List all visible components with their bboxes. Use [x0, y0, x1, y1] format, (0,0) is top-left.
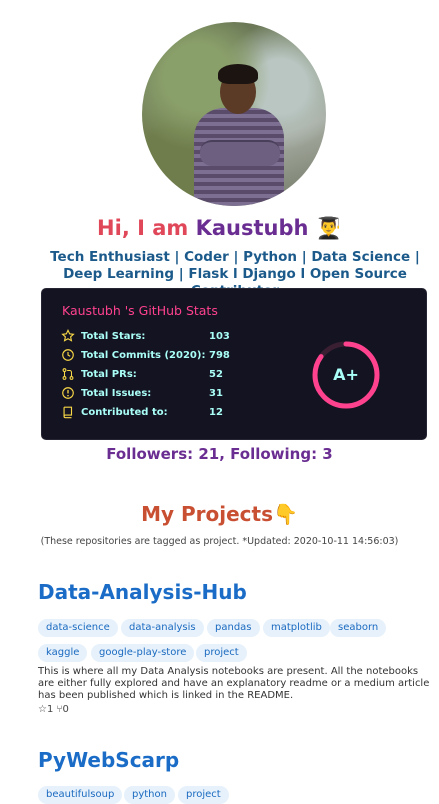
avatar-hair: [218, 64, 258, 84]
stat-row-commits: Total Commits (2020): 798: [61, 348, 261, 364]
stat-value: 31: [209, 388, 223, 399]
star-icon: [61, 329, 75, 342]
repo-topic-tag[interactable]: kaggle: [38, 644, 88, 662]
greeting-text: Hi, I am: [97, 216, 196, 240]
stat-value: 103: [209, 331, 230, 342]
stat-row-contributed: Contributed to: 12: [61, 405, 261, 421]
stat-label: Contributed to:: [81, 407, 168, 418]
stat-row-issues: Total Issues: 31: [61, 386, 261, 402]
clock-icon: [62, 349, 74, 361]
repo-star-fork-counts: ☆1 ⑂0: [38, 704, 69, 715]
repo-title-link[interactable]: Data-Analysis-Hub: [38, 580, 247, 604]
stat-row-stars: Total Stars: 103: [61, 329, 261, 345]
stat-value: 798: [209, 350, 230, 361]
stat-value: 12: [209, 407, 223, 418]
avatar-arms: [200, 140, 280, 166]
repo-topic-tag[interactable]: data-science: [38, 619, 118, 637]
grade-label: A+: [333, 365, 359, 384]
issue-icon: [62, 387, 74, 399]
graduate-emoji-icon: 👨‍🎓: [315, 216, 342, 240]
pointing-down-icon: 👇: [273, 502, 298, 526]
book-icon: [63, 406, 73, 419]
profile-name: Kaustubh: [195, 216, 309, 240]
github-stats-card: Kaustubh 's GitHub Stats Total Stars: 10…: [41, 288, 427, 440]
follow-counts: Followers: 21, Following: 3: [106, 445, 333, 463]
repo-topic-tag[interactable]: pandas: [207, 619, 260, 637]
stat-label: Total PRs:: [81, 369, 137, 380]
stat-row-prs: Total PRs: 52: [61, 367, 261, 383]
profile-avatar: [142, 22, 326, 206]
repo-topic-tag[interactable]: project: [196, 644, 247, 662]
repo-topic-tag[interactable]: data-analysis: [121, 619, 204, 637]
intro-heading: Hi, I am Kaustubh 👨‍🎓: [0, 216, 439, 241]
stat-label: Total Commits (2020):: [81, 350, 206, 361]
stat-value: 52: [209, 369, 223, 380]
repo-topic-tag[interactable]: seaborn: [330, 619, 387, 637]
pull-request-icon: [62, 368, 74, 380]
repo-title-link[interactable]: PyWebScarp: [38, 748, 179, 772]
projects-note: (These repositories are tagged as projec…: [40, 536, 399, 547]
stat-label: Total Stars:: [81, 331, 146, 342]
repo-topic-tag[interactable]: beautifulsoup: [38, 786, 123, 804]
repo-description: This is where all my Data Analysis noteb…: [38, 666, 430, 701]
repo-topic-tag[interactable]: project: [178, 786, 229, 804]
repo-topic-tag[interactable]: python: [124, 786, 175, 804]
stats-card-title: Kaustubh 's GitHub Stats: [62, 303, 218, 318]
projects-heading-text: My Projects: [141, 502, 273, 526]
projects-heading: My Projects👇: [0, 502, 439, 526]
stat-label: Total Issues:: [81, 388, 152, 399]
repo-topic-tag[interactable]: matplotlib: [263, 619, 330, 637]
repo-topic-tag[interactable]: google-play-store: [91, 644, 195, 662]
